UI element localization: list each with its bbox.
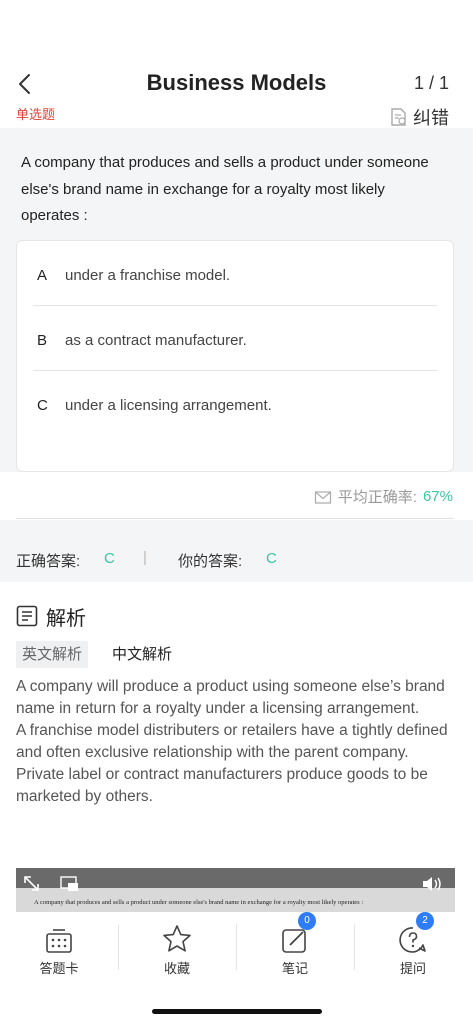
question-icon: 2 [354,912,472,954]
page-title: Business Models [146,70,327,95]
option-divider [33,370,437,371]
option-text: under a franchise model. [65,266,231,284]
your-answer-value: C [266,550,277,567]
star-icon [118,920,236,954]
options-card: A under a franchise model. B as a contra… [16,240,454,472]
option-c[interactable]: C under a licensing arrangement. [33,373,437,437]
home-indicator [152,1009,322,1014]
tab-chinese-analysis[interactable]: 中文解析 [112,641,172,668]
tab-label: 收藏 [163,961,190,976]
report-error-button[interactable]: 纠错 [389,104,449,130]
question-type-label: 单选题 [16,107,56,122]
notes-badge: 0 [298,912,316,930]
divider [16,518,454,519]
tab-label: 笔记 [281,961,308,976]
note-edit-icon: 0 [236,912,354,954]
mail-icon [314,490,331,504]
option-b[interactable]: B as a contract manufacturer. [33,308,437,372]
option-divider [33,305,437,306]
bottom-tab-bar: 答题卡 收藏 0 笔记 2 提问 [0,912,473,1024]
correct-answer-value: C [104,550,115,567]
report-error-label: 纠错 [413,108,449,128]
analysis-icon [16,605,38,632]
answer-card-icon [0,920,118,954]
accuracy-stat: 平均正确率: 67% [314,486,453,507]
video-player[interactable]: A company that produces and sells a prod… [16,868,455,912]
tab-answer-card[interactable]: 答题卡 [0,920,118,977]
tab-notes[interactable]: 0 笔记 [236,912,354,977]
ask-badge: 2 [416,912,434,930]
analysis-paragraph: A franchise model distributers or retail… [16,722,448,761]
tab-english-analysis[interactable]: 英文解析 [16,641,88,668]
your-answer-label: 你的答案: [178,553,243,570]
option-a[interactable]: A under a franchise model. [33,243,437,307]
video-caption: A company that produces and sells a prod… [34,899,364,906]
accuracy-value: 67% [422,488,453,505]
option-text: as a contract manufacturer. [65,331,247,349]
option-letter: C [37,396,48,414]
analysis-paragraph: A company will produce a product using s… [16,678,445,717]
tab-label: 提问 [399,961,426,976]
tab-favorite[interactable]: 收藏 [118,920,236,977]
option-letter: B [37,331,48,349]
tab-ask[interactable]: 2 提问 [354,912,472,977]
fullscreen-icon[interactable] [22,874,42,899]
question-text: A company that produces and sells a prod… [21,154,429,224]
volume-icon[interactable] [421,875,447,898]
question-progress: 1 / 1 [413,73,449,93]
report-doc-icon [391,108,406,126]
analysis-paragraph: Private label or contract manufacturers … [16,766,428,805]
picture-in-picture-icon[interactable] [60,876,80,897]
option-text: under a licensing arrangement. [65,396,272,414]
analysis-title: 解析 [46,608,86,630]
answer-separator: | [143,549,147,566]
option-letter: A [37,266,48,284]
correct-answer-label: 正确答案: [16,553,81,570]
analysis-text: A company will produce a product using s… [16,676,456,808]
accuracy-label: 平均正确率: [337,489,417,506]
tab-label: 答题卡 [39,961,79,976]
